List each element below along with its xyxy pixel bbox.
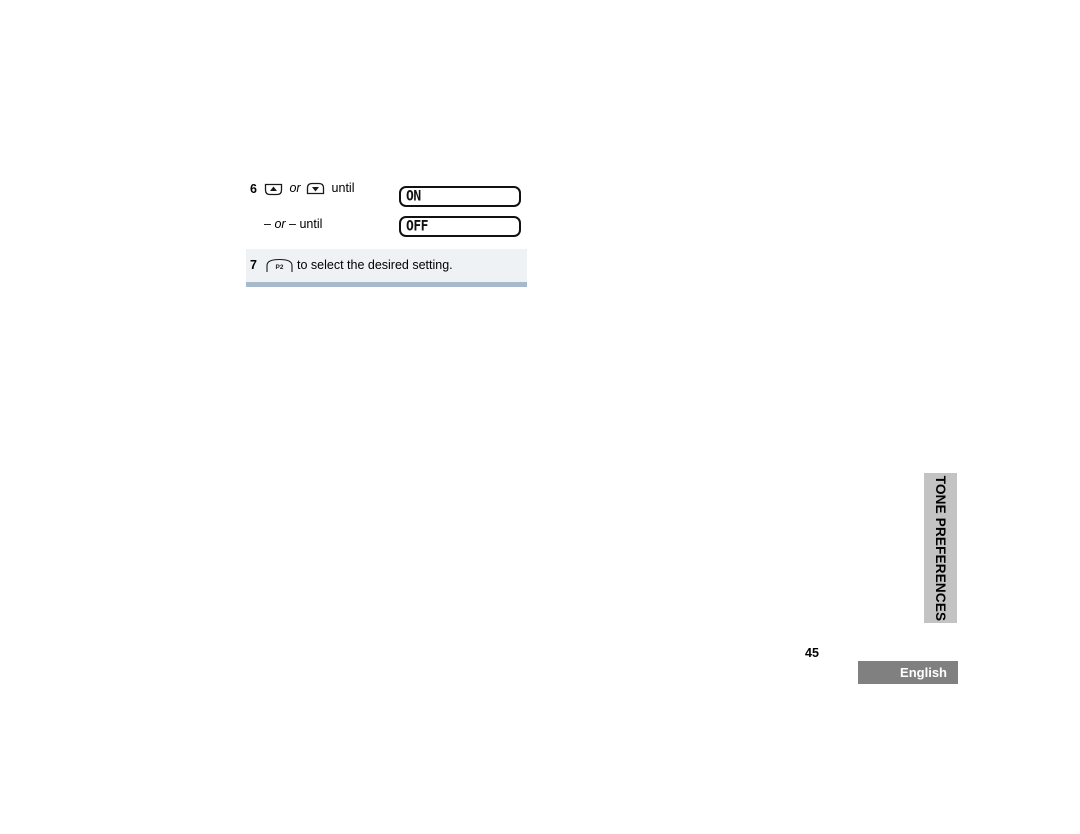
- alternate-text: – or – until: [264, 216, 527, 232]
- section-side-tab-label: TONE PREFERENCES: [933, 475, 949, 621]
- svg-text:P2: P2: [276, 264, 284, 271]
- up-arrow-key-icon[interactable]: [264, 182, 283, 196]
- language-badge: English: [858, 661, 958, 684]
- down-arrow-key-icon[interactable]: [306, 182, 325, 196]
- step-text: P2 to select the desired setting.: [264, 258, 527, 273]
- procedure-step-alternate: – or – until: [246, 216, 527, 246]
- step-7-text: to select the desired setting.: [297, 258, 453, 272]
- alternate-prefix: –: [264, 217, 275, 231]
- step-trailing-text: until: [328, 181, 355, 195]
- procedure-step-6: 6 or until ON OFF: [246, 180, 527, 237]
- step-number: 6: [250, 182, 257, 196]
- step-number-blank: [246, 216, 264, 219]
- lcd-display-on-text: ON: [406, 188, 421, 205]
- section-side-tab: TONE PREFERENCES: [924, 473, 957, 623]
- procedure-step-7: 7 P2 to select the desired setting.: [246, 249, 527, 287]
- alternate-suffix: – until: [285, 217, 323, 231]
- language-badge-label: English: [900, 665, 947, 680]
- step-connector-or: or: [286, 181, 305, 195]
- procedure-steps: 6 or until ON OFF – or – until 7 P2 to s…: [246, 180, 527, 287]
- lcd-display-on: ON: [399, 186, 521, 207]
- page-number: 45: [805, 646, 819, 660]
- step-number: 7: [250, 258, 257, 273]
- alternate-or: or: [274, 217, 286, 231]
- p2-key-icon[interactable]: P2: [266, 258, 293, 273]
